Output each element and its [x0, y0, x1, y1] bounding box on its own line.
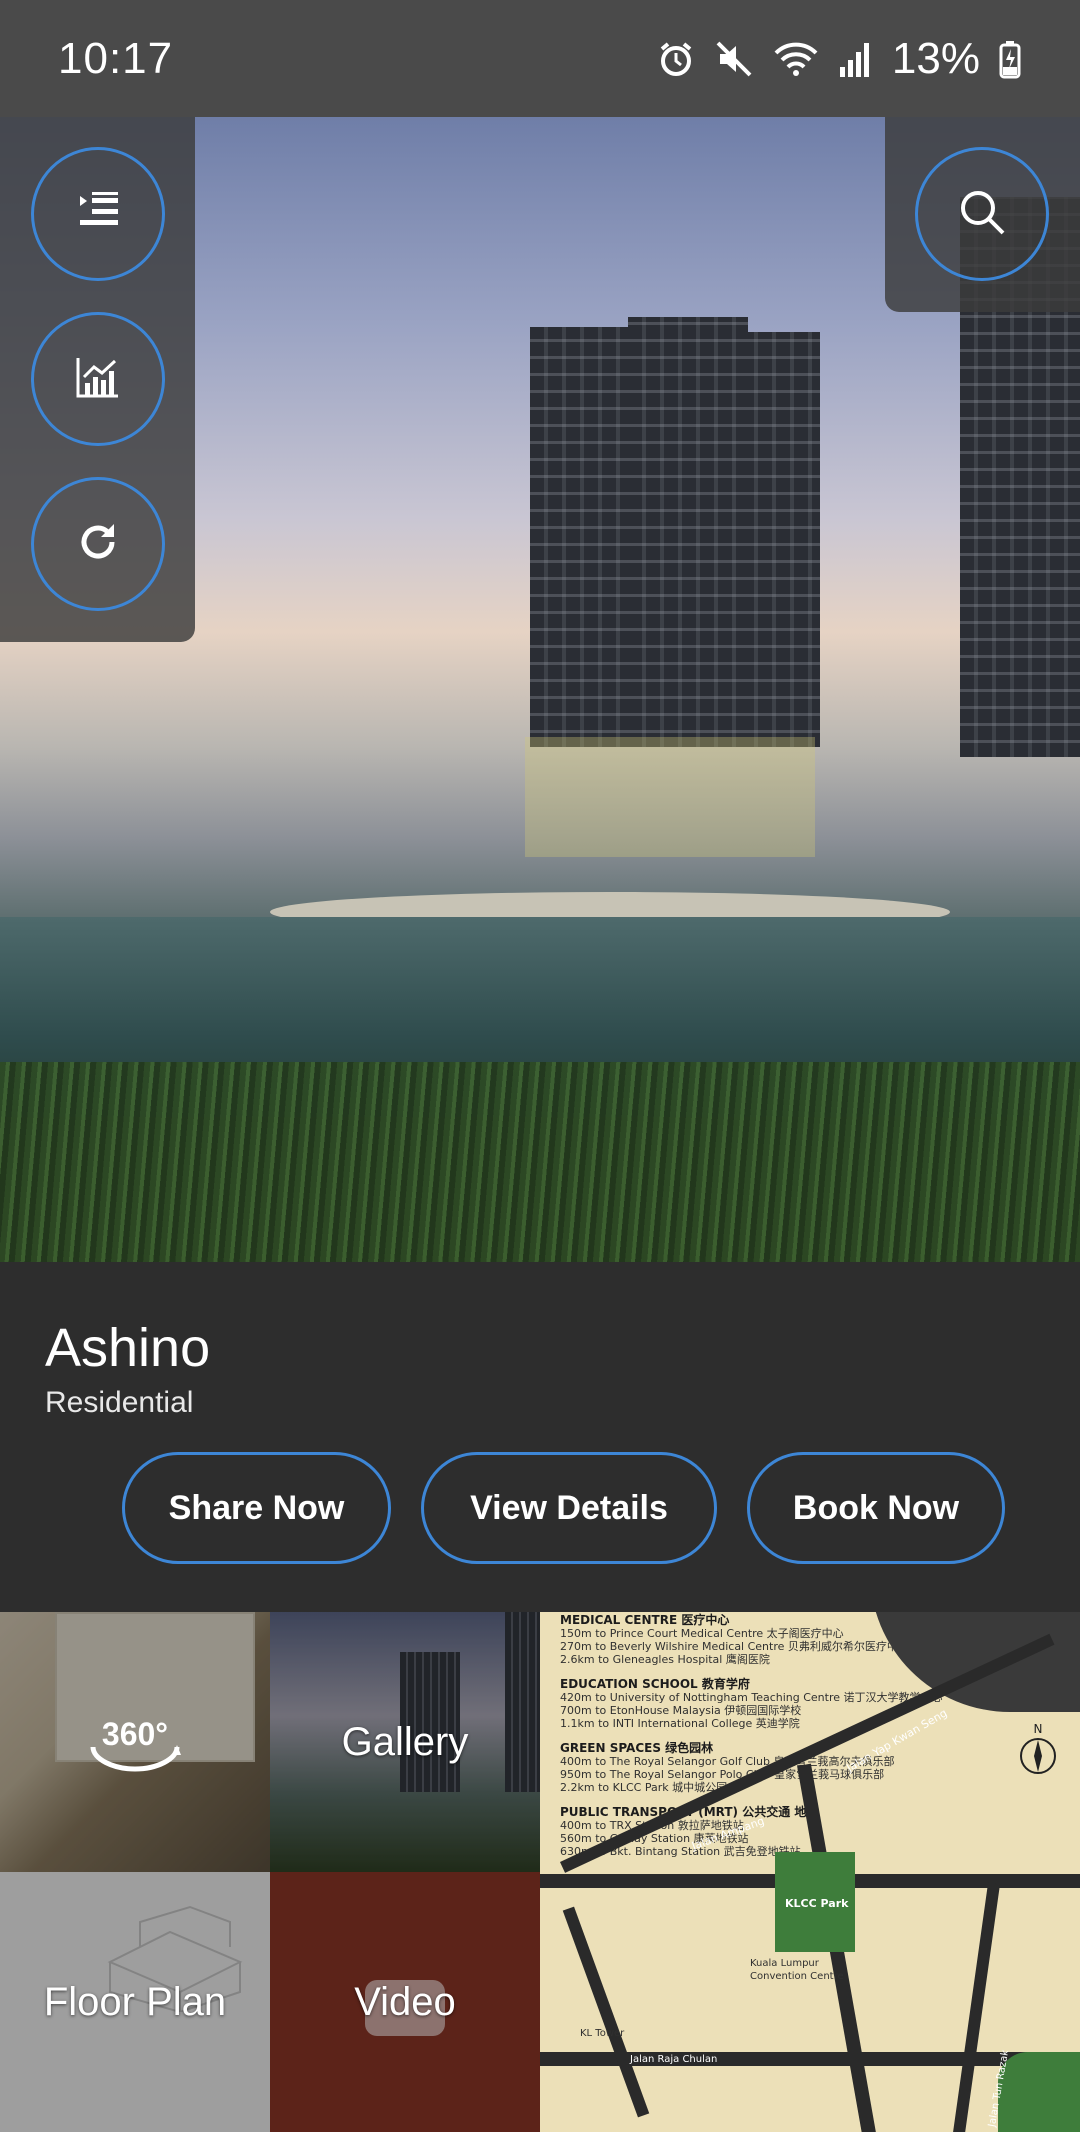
property-info-section: Ashino Residential Share Now View Detail…	[0, 1262, 1080, 1612]
tour-360-tile[interactable]: 360°	[0, 1612, 270, 1872]
battery-percent: 13%	[891, 33, 980, 83]
map-label-raja-chulan: Jalan Raja Chulan	[630, 2054, 718, 2065]
refresh-button[interactable]	[31, 477, 165, 611]
map-section-medical: MEDICAL CENTRE 医疗中心 150m to Prince Court…	[560, 1613, 909, 1667]
status-bar: 10:17 13%	[0, 0, 1080, 117]
location-map-tile[interactable]: MEDICAL CENTRE 医疗中心 150m to Prince Court…	[540, 1612, 1080, 2132]
property-name: Ashino	[45, 1318, 211, 1378]
compass-icon: N	[1018, 1722, 1058, 1777]
signal-icon	[838, 39, 874, 79]
tour-360-label: 360°	[102, 1716, 168, 1752]
video-label: Video	[354, 1979, 456, 2024]
book-now-button[interactable]: Book Now	[747, 1452, 1005, 1564]
floor-plan-tile[interactable]: Floor Plan	[0, 1872, 270, 2132]
video-tile[interactable]: Video	[270, 1872, 540, 2132]
gallery-label: Gallery	[341, 1719, 469, 1764]
mute-icon	[714, 39, 754, 79]
view-details-button[interactable]: View Details	[421, 1452, 717, 1564]
map-label-kl-tower: KL Tower	[580, 2028, 625, 2039]
search-button[interactable]	[915, 147, 1049, 281]
floor-plan-label: Floor Plan	[43, 1979, 227, 2024]
chart-icon	[75, 355, 121, 404]
gallery-tile[interactable]: Gallery	[270, 1612, 540, 1872]
refresh-icon	[76, 520, 120, 569]
status-time: 10:17	[58, 33, 174, 83]
map-label-klcc-park: KLCC Park	[785, 1897, 849, 1910]
right-control-panel	[885, 117, 1080, 312]
wifi-icon	[772, 39, 820, 79]
search-icon	[956, 186, 1008, 243]
property-type: Residential	[45, 1386, 194, 1419]
left-control-panel	[0, 117, 195, 642]
chart-button[interactable]	[31, 312, 165, 446]
list-menu-button[interactable]	[31, 147, 165, 281]
list-menu-icon	[76, 191, 120, 237]
map-label-convention-centre: Kuala Lumpur Convention Centre	[750, 1958, 844, 1982]
share-now-button[interactable]: Share Now	[122, 1452, 391, 1564]
battery-charging-icon	[998, 39, 1022, 79]
tour-360-icon: 360°	[85, 1707, 185, 1777]
alarm-icon	[656, 39, 696, 79]
